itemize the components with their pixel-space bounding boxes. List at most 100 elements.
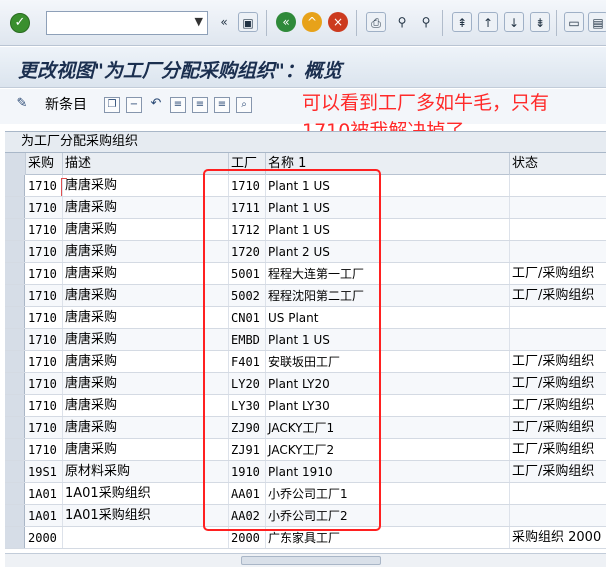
back-icon[interactable]: «	[276, 12, 296, 32]
copy-icon[interactable]: ❐	[104, 97, 120, 113]
cell-status[interactable]: 工厂/采购组织	[510, 373, 606, 394]
cell-plant[interactable]: AA02	[229, 505, 266, 526]
delete-icon[interactable]: −	[126, 97, 142, 113]
row-selector[interactable]	[5, 219, 25, 240]
table-row[interactable]: 1710 唐唐采购 CN01 US Plant	[5, 307, 606, 329]
cell-name[interactable]: 小乔公司工厂1	[266, 483, 510, 504]
cell-description[interactable]	[63, 527, 229, 548]
table-row[interactable]: 2000 2000 广东家具工厂 采购组织 2000	[5, 527, 606, 549]
row-selector[interactable]	[5, 351, 25, 372]
cell-description[interactable]: 唐唐采购	[63, 285, 229, 306]
column-header-plant[interactable]: 工厂	[229, 153, 266, 175]
cell-purch-org[interactable]: 1710	[26, 175, 63, 196]
cell-name[interactable]: Plant 2 US	[266, 241, 510, 262]
cell-plant[interactable]: 1910	[229, 461, 266, 482]
new-entries-button[interactable]: 新条目	[45, 94, 87, 114]
undo-icon[interactable]: ↶	[148, 97, 164, 113]
cell-status[interactable]: 工厂/采购组织	[510, 263, 606, 284]
cell-name[interactable]: 程程沈阳第二工厂	[266, 285, 510, 306]
cell-description[interactable]: 唐唐采购	[63, 439, 229, 460]
cell-status[interactable]	[510, 307, 606, 328]
cell-plant[interactable]: 1711	[229, 197, 266, 218]
cell-description[interactable]: 唐唐采购	[63, 263, 229, 284]
cell-description[interactable]: 原材料采购	[63, 461, 229, 482]
cell-status[interactable]: 采购组织 2000	[510, 527, 606, 548]
cell-plant[interactable]: EMBD	[229, 329, 266, 350]
horizontal-scrollbar[interactable]	[5, 553, 606, 567]
enter-check-icon[interactable]: ✓	[10, 13, 30, 33]
new-session-icon[interactable]: ▭	[564, 12, 584, 32]
row-selector[interactable]	[5, 417, 25, 438]
table-row[interactable]: 1A01 1A01采购组织 AA01 小乔公司工厂1	[5, 483, 606, 505]
cell-plant[interactable]: 1710	[229, 175, 266, 196]
table-row[interactable]: 1710 唐唐采购 1710 Plant 1 US	[5, 175, 606, 197]
cell-plant[interactable]: F401	[229, 351, 266, 372]
table-row[interactable]: 1710 唐唐采购 5001 程程大连第一工厂 工厂/采购组织	[5, 263, 606, 285]
cell-plant[interactable]: CN01	[229, 307, 266, 328]
row-selector[interactable]	[5, 527, 25, 548]
cell-name[interactable]: JACKY工厂1	[266, 417, 510, 438]
cell-plant[interactable]: 2000	[229, 527, 266, 548]
last-page-icon[interactable]: ⇟	[530, 12, 550, 32]
cell-purch-org[interactable]: 1710	[26, 351, 63, 372]
cell-status[interactable]: 工厂/采购组织	[510, 351, 606, 372]
table-row[interactable]: 1710 唐唐采购 5002 程程沈阳第二工厂 工厂/采购组织	[5, 285, 606, 307]
cell-description[interactable]: 唐唐采购	[63, 219, 229, 240]
cell-name[interactable]: JACKY工厂2	[266, 439, 510, 460]
cell-purch-org[interactable]: 1A01	[26, 505, 63, 526]
cell-plant[interactable]: AA01	[229, 483, 266, 504]
cell-description[interactable]: 1A01采购组织	[63, 505, 229, 526]
cell-description[interactable]: 唐唐采购	[63, 417, 229, 438]
previous-page-icon[interactable]: ↑	[478, 12, 498, 32]
table-row[interactable]: 1710 唐唐采购 F401 安联坂田工厂 工厂/采购组织	[5, 351, 606, 373]
cell-status[interactable]: 工厂/采购组织	[510, 285, 606, 306]
cell-description[interactable]: 唐唐采购	[63, 307, 229, 328]
table-row[interactable]: 1710 唐唐采购 ZJ91 JACKY工厂2 工厂/采购组织	[5, 439, 606, 461]
table-row[interactable]: 1A01 1A01采购组织 AA02 小乔公司工厂2	[5, 505, 606, 527]
find-icon[interactable]: ⚲	[392, 12, 412, 32]
cell-status[interactable]	[510, 241, 606, 262]
exit-icon[interactable]: ^	[302, 12, 322, 32]
table-row[interactable]: 1710 唐唐采购 1720 Plant 2 US	[5, 241, 606, 263]
cell-description[interactable]: 唐唐采购	[63, 373, 229, 394]
row-selector[interactable]	[5, 395, 25, 416]
cell-status[interactable]: 工厂/采购组织	[510, 395, 606, 416]
cell-name[interactable]: Plant 1910	[266, 461, 510, 482]
row-selector[interactable]	[5, 439, 25, 460]
cell-name[interactable]: 小乔公司工厂2	[266, 505, 510, 526]
cell-status[interactable]	[510, 505, 606, 526]
cell-status[interactable]	[510, 175, 606, 196]
shortcut-icon[interactable]: ▤	[588, 12, 606, 32]
cell-status[interactable]	[510, 197, 606, 218]
row-selector[interactable]	[5, 175, 25, 196]
cell-description[interactable]: 唐唐采购	[63, 329, 229, 350]
cell-name[interactable]: US Plant	[266, 307, 510, 328]
select-block-icon[interactable]: ≡	[192, 97, 208, 113]
cell-purch-org[interactable]: 1710	[26, 373, 63, 394]
row-selector[interactable]	[5, 197, 25, 218]
column-header-description[interactable]: 描述	[63, 153, 229, 175]
cell-purch-org[interactable]: 1710	[26, 241, 63, 262]
cell-description[interactable]: 唐唐采购	[63, 351, 229, 372]
cell-name[interactable]: Plant 1 US	[266, 175, 510, 196]
row-selector[interactable]	[5, 329, 25, 350]
row-selector[interactable]	[5, 505, 25, 526]
select-all-icon[interactable]: ≡	[170, 97, 186, 113]
next-page-icon[interactable]: ↓	[504, 12, 524, 32]
cell-purch-org[interactable]: 19S1	[26, 461, 63, 482]
cell-status[interactable]	[510, 219, 606, 240]
row-selector[interactable]	[5, 285, 25, 306]
cell-purch-org[interactable]: 1710	[26, 417, 63, 438]
row-selector[interactable]	[5, 373, 25, 394]
command-field[interactable]: ▼	[46, 11, 208, 35]
cell-description[interactable]: 唐唐采购	[63, 175, 229, 196]
column-header-purch-org[interactable]: 采购	[26, 153, 63, 175]
detail-icon[interactable]: ⌕	[236, 97, 252, 113]
cell-purch-org[interactable]: 1710	[26, 197, 63, 218]
first-page-icon[interactable]: ⇞	[452, 12, 472, 32]
display-change-icon[interactable]: ✎	[14, 97, 30, 113]
table-row[interactable]: 1710 唐唐采购 1712 Plant 1 US	[5, 219, 606, 241]
select-all-header[interactable]	[5, 153, 26, 175]
find-next-icon[interactable]: ⚲	[416, 12, 436, 32]
cell-status[interactable]: 工厂/采购组织	[510, 417, 606, 438]
